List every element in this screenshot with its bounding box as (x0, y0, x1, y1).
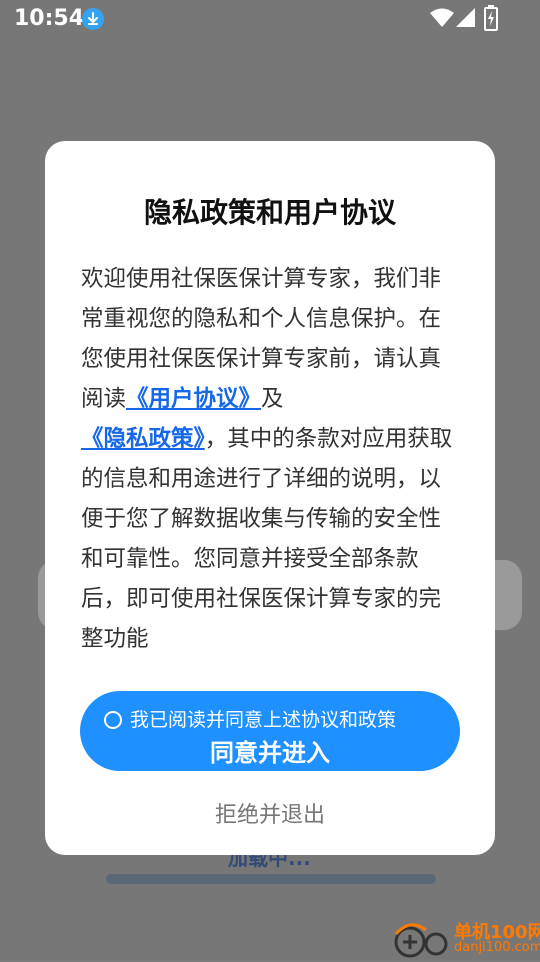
agree-button-label: 同意并进入 (210, 739, 330, 767)
status-time: 10:54 (14, 6, 85, 31)
dialog-body-details: ，其中的条款对应用获取的信息和用途进行了详细的说明，以便于您了解数据收集与传输的… (81, 426, 453, 652)
signal-icon (456, 8, 476, 34)
dialog-body-text: 欢迎使用社保医保计算专家，我们非常重视您的隐私和个人信息保护。在您使用社保医保计… (81, 259, 463, 659)
consent-checkbox[interactable] (104, 711, 122, 729)
watermark-logo-icon (392, 920, 450, 962)
user-agreement-link[interactable]: 《用户协议》 (126, 386, 261, 412)
reject-and-exit-button[interactable]: 拒绝并退出 (45, 797, 495, 829)
download-icon (82, 8, 104, 30)
privacy-policy-link[interactable]: 《隐私政策》 (81, 426, 205, 452)
agree-and-enter-button[interactable]: 我已阅读并同意上述协议和政策 同意并进入 (80, 691, 460, 771)
wifi-icon (430, 8, 454, 34)
consent-checkbox-label[interactable]: 我已阅读并同意上述协议和政策 (130, 705, 396, 732)
privacy-dialog: 隐私政策和用户协议 欢迎使用社保医保计算专家，我们非常重视您的隐私和个人信息保护… (45, 141, 495, 855)
battery-icon (484, 5, 498, 37)
dialog-title: 隐私政策和用户协议 (143, 196, 396, 229)
watermark-url: danji100.com (454, 940, 540, 955)
watermark: 单机100网 danji100.com (392, 916, 540, 962)
dialog-body-and: 及 (261, 386, 284, 412)
status-bar: 10:54 (0, 0, 540, 38)
background-progress-bar (106, 874, 436, 884)
